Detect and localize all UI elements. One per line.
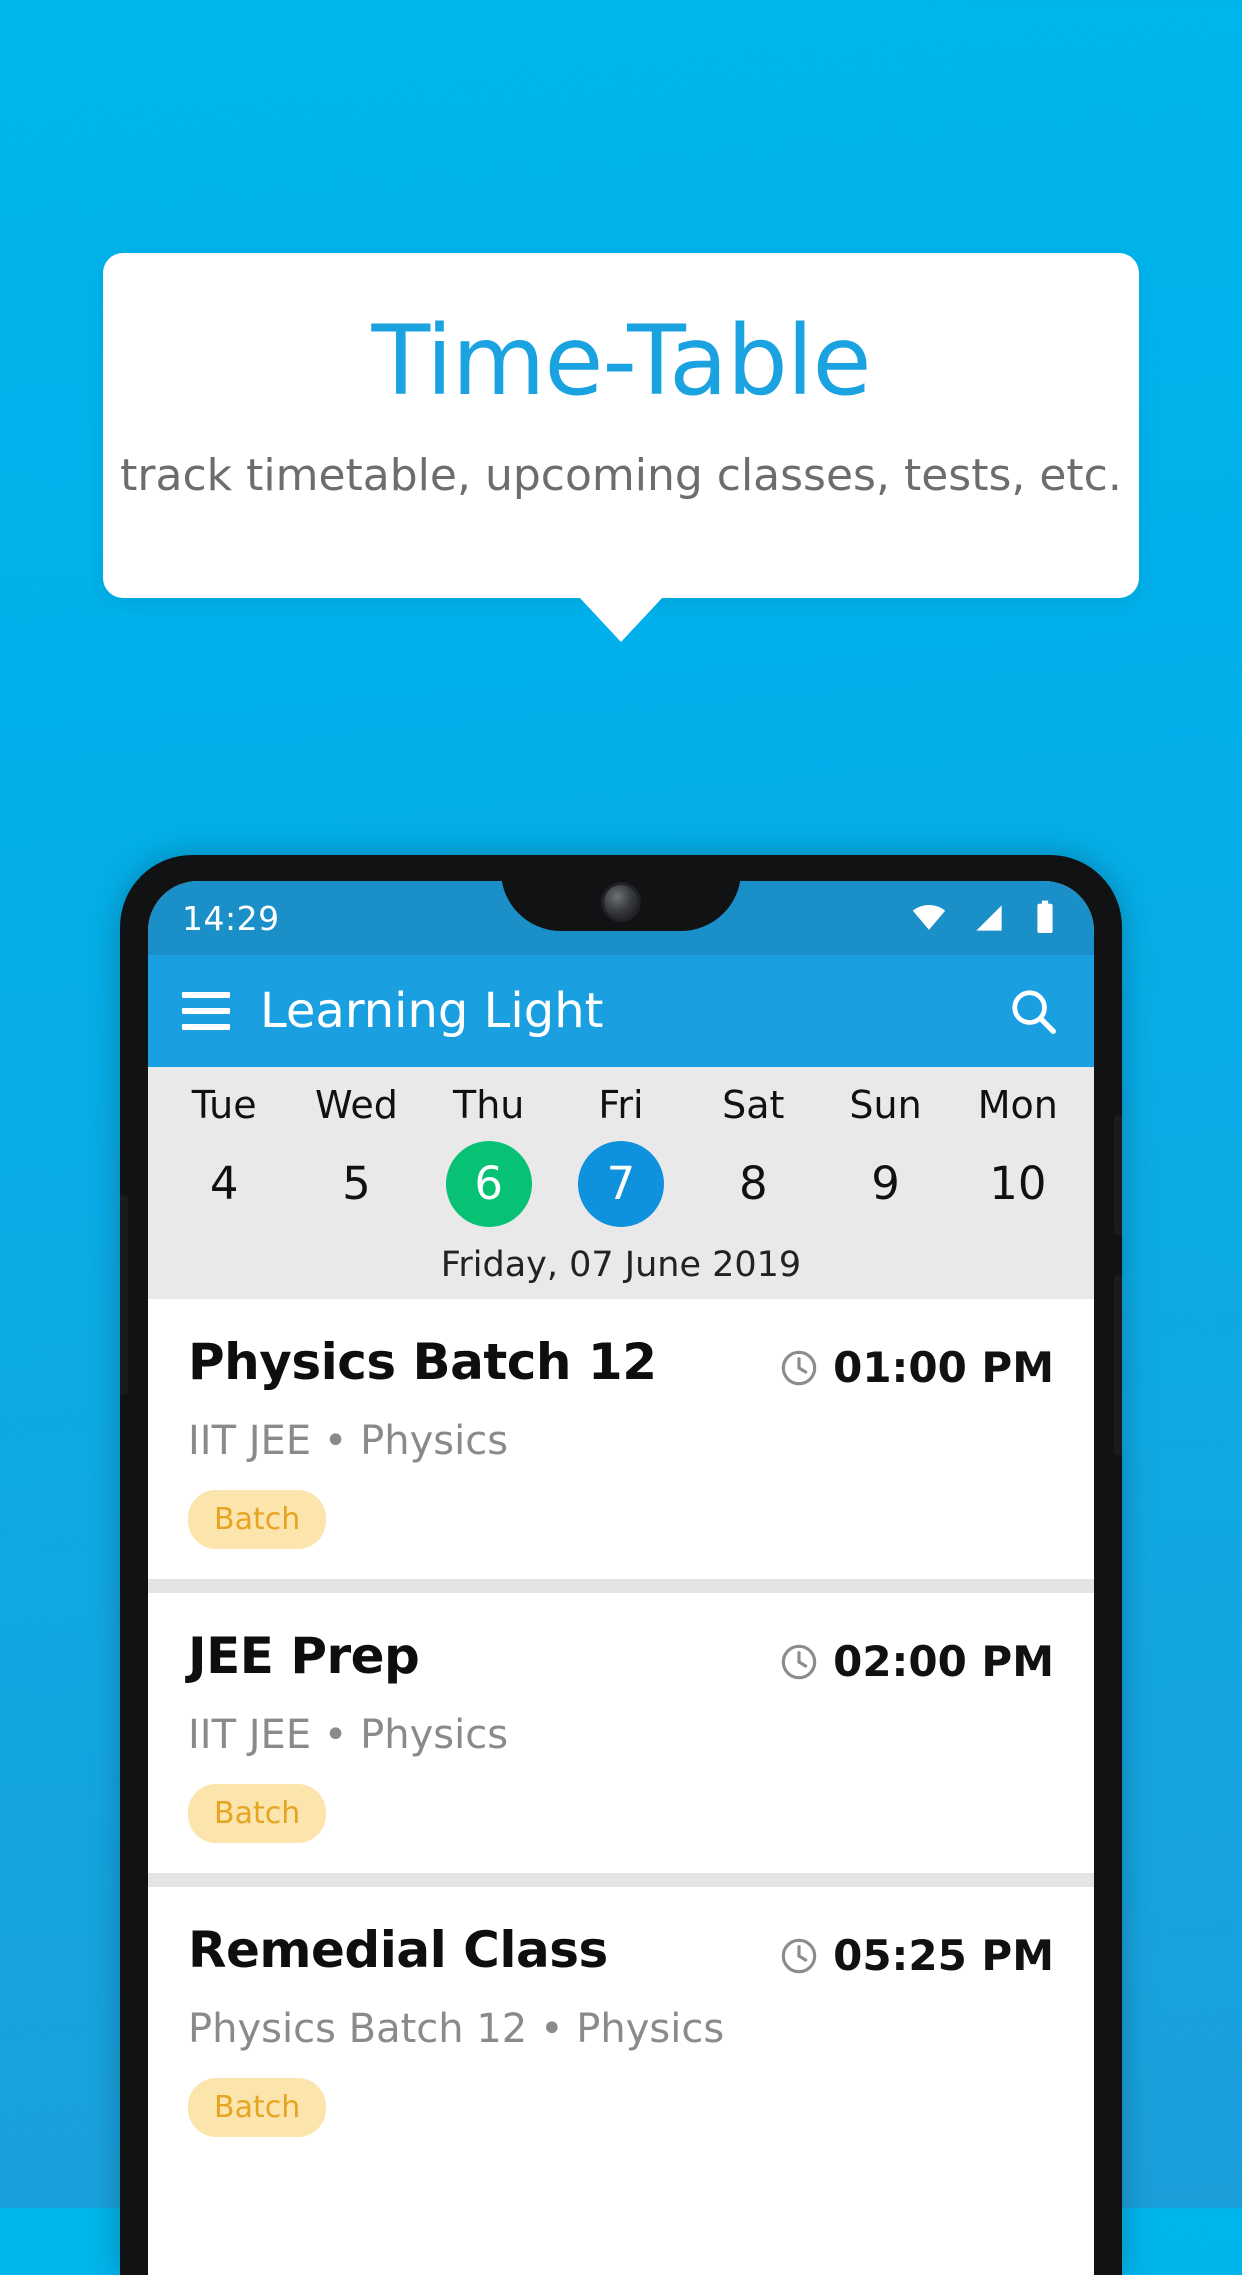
day-number-selected: 7: [577, 1141, 664, 1227]
day-name: Mon: [977, 1083, 1058, 1127]
day-name: Fri: [598, 1083, 644, 1127]
day-list: Tue 4 Wed 5 Thu 6 Fri 7 Sat 8 Sun 9 Mon …: [148, 1083, 1094, 1227]
schedule-item-title: Remedial Class: [188, 1921, 608, 1979]
schedule-item-time-group: 01:00 PM: [779, 1333, 1054, 1392]
status-bar-clock: 14:29: [182, 898, 280, 938]
promo-subtitle: track timetable, upcoming classes, tests…: [120, 449, 1122, 501]
hamburger-line: [182, 1024, 230, 1030]
day-number-today: 6: [445, 1141, 532, 1227]
battery-icon: [1037, 900, 1053, 934]
schedule-item[interactable]: JEE Prep 02:00 PM IIT JEE • Physics Batc…: [148, 1593, 1094, 1873]
day-number: 10: [989, 1157, 1047, 1210]
status-bar: 14:29: [148, 881, 1094, 955]
hamburger-line: [182, 992, 230, 998]
volume-down-button[interactable]: [120, 1195, 128, 1395]
schedule-item-subtitle: Physics Batch 12 • Physics: [188, 2006, 725, 2052]
day-number: 4: [209, 1157, 239, 1210]
date-strip: Tue 4 Wed 5 Thu 6 Fri 7 Sat 8 Sun 9 Mon …: [148, 1067, 1094, 1299]
day-cell-today[interactable]: Thu 6: [423, 1083, 555, 1227]
schedule-item-time: 02:00 PM: [833, 1637, 1054, 1686]
day-name: Tue: [191, 1083, 257, 1127]
day-name: Sat: [722, 1083, 785, 1127]
schedule-item-subtitle: IIT JEE • Physics: [188, 1418, 509, 1464]
signal-icon: [976, 905, 1002, 931]
hamburger-line: [182, 1008, 230, 1014]
schedule-list: Physics Batch 12 01:00 PM IIT JEE • Phys…: [148, 1299, 1094, 2167]
schedule-item-subtitle: IIT JEE • Physics: [188, 1712, 509, 1758]
clock-icon: [781, 1350, 817, 1385]
day-cell[interactable]: Wed 5: [290, 1083, 422, 1227]
day-number: 9: [871, 1157, 900, 1210]
phone-mockup: 14:29 Learning Light Tue 4 Wed 5 Thu 6 F…: [120, 855, 1122, 2275]
day-number: 5: [342, 1157, 371, 1210]
schedule-item-chip: Batch: [188, 1490, 327, 1549]
app-bar: Learning Light: [148, 955, 1094, 1067]
day-name: Sun: [849, 1083, 922, 1127]
day-cell[interactable]: Sun 9: [819, 1083, 951, 1227]
day-cell[interactable]: Sat 8: [687, 1083, 819, 1227]
clock-icon: [781, 1938, 817, 1973]
day-cell[interactable]: Mon 10: [952, 1083, 1084, 1227]
camera-notch: [501, 881, 741, 931]
schedule-item[interactable]: Remedial Class 05:25 PM Physics Batch 12…: [148, 1887, 1094, 2167]
status-bar-icons: [910, 899, 1060, 937]
selected-date-label: Friday, 07 June 2019: [440, 1245, 802, 1285]
promo-callout: Time-Table track timetable, upcoming cla…: [103, 253, 1139, 598]
search-icon[interactable]: [1006, 984, 1060, 1038]
day-name: Wed: [314, 1083, 398, 1127]
schedule-item[interactable]: Physics Batch 12 01:00 PM IIT JEE • Phys…: [148, 1299, 1094, 1579]
schedule-item-title: JEE Prep: [188, 1627, 420, 1685]
schedule-item-time-group: 02:00 PM: [779, 1627, 1054, 1686]
day-number: 8: [738, 1157, 768, 1210]
schedule-item-title: Physics Batch 12: [188, 1333, 657, 1391]
schedule-item-header: Remedial Class 05:25 PM: [188, 1921, 1054, 1980]
day-name: Thu: [453, 1083, 525, 1127]
schedule-item-time: 05:25 PM: [833, 1931, 1054, 1980]
hamburger-menu-icon[interactable]: [182, 992, 230, 1030]
promo-title: Time-Table: [371, 305, 871, 417]
promo-callout-tail: [579, 597, 663, 642]
volume-up-button[interactable]: [1114, 1275, 1122, 1455]
phone-screen: 14:29 Learning Light Tue 4 Wed 5 Thu 6 F…: [148, 881, 1094, 2275]
schedule-item-chip: Batch: [188, 2078, 327, 2137]
schedule-item-chip: Batch: [188, 1784, 327, 1843]
clock-icon: [781, 1644, 817, 1679]
day-cell[interactable]: Tue 4: [158, 1083, 290, 1227]
schedule-item-header: Physics Batch 12 01:00 PM: [188, 1333, 1054, 1392]
wifi-icon: [912, 905, 946, 930]
schedule-item-time: 01:00 PM: [833, 1343, 1054, 1392]
front-camera-icon: [604, 885, 638, 919]
schedule-item-header: JEE Prep 02:00 PM: [188, 1627, 1054, 1686]
schedule-item-time-group: 05:25 PM: [779, 1921, 1054, 1980]
day-cell-selected[interactable]: Fri 7: [555, 1083, 687, 1227]
app-bar-title: Learning Light: [260, 983, 604, 1039]
power-button[interactable]: [1114, 1115, 1122, 1235]
